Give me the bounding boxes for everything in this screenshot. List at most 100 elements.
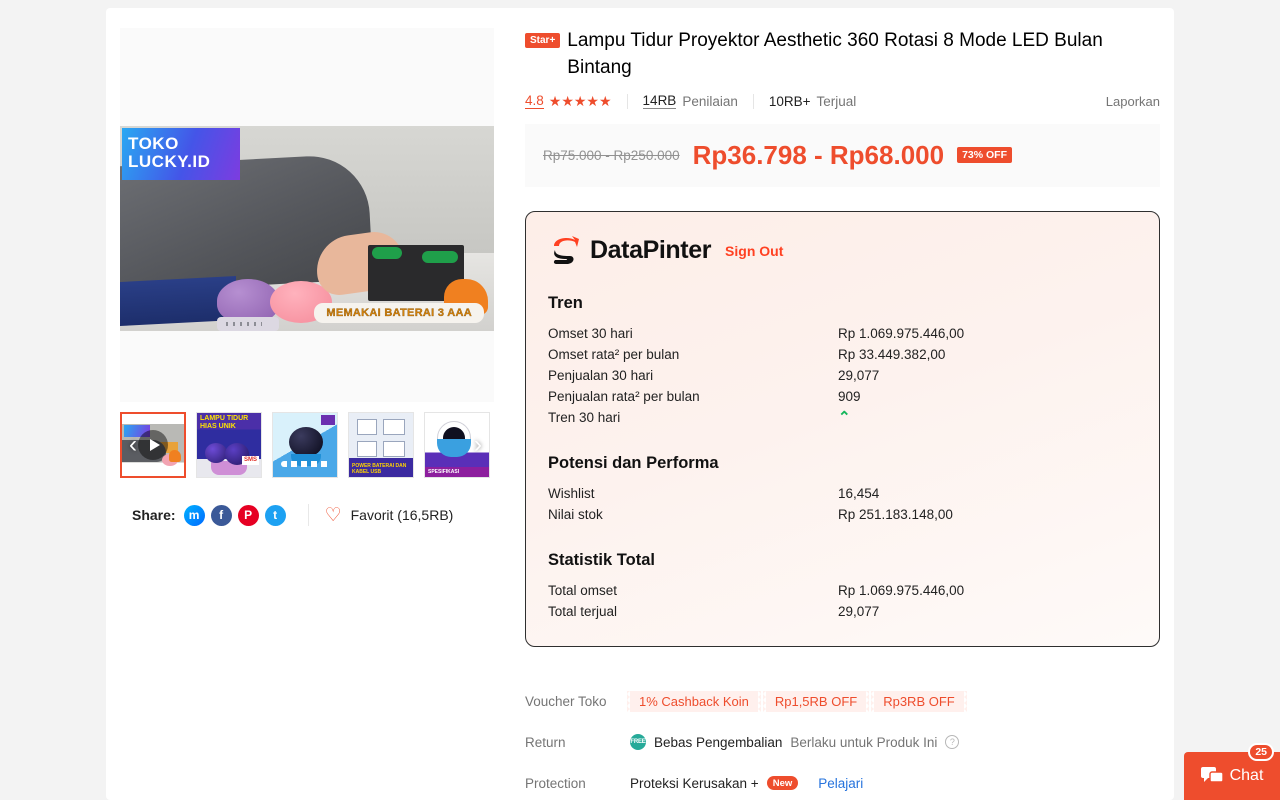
report-link[interactable]: Laporkan [1106, 94, 1160, 109]
thumb2-sms-tag: SMS [241, 456, 259, 465]
current-price: Rp36.798 - Rp68.000 [692, 139, 945, 170]
stat-key: Tren 30 hari [548, 409, 621, 425]
return-label: Return [525, 734, 566, 750]
stat-row: Tren 30 hari ⌃ [548, 407, 1137, 428]
gallery-prev-icon[interactable]: ‹ [122, 428, 144, 462]
chat-label: Chat [1229, 767, 1264, 784]
stat-key: Omset 30 hari [548, 325, 633, 341]
sold-count: 10RB+ [768, 93, 811, 109]
share-label: Share: [132, 507, 176, 523]
stat-key: Wishlist [548, 485, 595, 501]
voucher-chips: 1% Cashback Koin Rp1,5RB OFF Rp3RB OFF [627, 690, 967, 712]
page-title: Lampu Tidur Proyektor Aesthetic 360 Rota… [567, 30, 1103, 78]
thumbnail-item-1[interactable]: ‹ [120, 412, 186, 478]
help-icon[interactable]: ? [945, 735, 960, 750]
attribute-row-return: Return FREE Bebas Pengembalian Berlaku u… [525, 722, 1160, 763]
stat-key: Penjualan rata² per bulan [548, 388, 700, 404]
stat-key: Total terjual [548, 603, 618, 619]
free-return-icon: FREE [630, 734, 646, 751]
thumbnail-item-4[interactable]: POWER BATERAI DAN KABEL USB [348, 412, 414, 478]
main-media-viewer[interactable]: TOKO LUCKY.ID MEMAKAI BATERAI 3 AAA [120, 28, 494, 402]
video-battery-badge: MEMAKAI BATERAI 3 AAA [314, 303, 484, 323]
return-sub-text: Berlaku untuk Produk Ini [790, 734, 938, 750]
stat-key: Total omset [548, 582, 618, 598]
stat-key: Nilai stok [548, 506, 603, 522]
thumbnail-item-5[interactable]: SPESIFIKASI › [424, 412, 490, 478]
voucher-chip[interactable]: 1% Cashback Koin [627, 690, 761, 712]
voucher-chip[interactable]: Rp3RB OFF [871, 690, 967, 712]
new-badge: New [766, 776, 799, 791]
stat-row: Nilai stok Rp 251.183.148,00 [548, 504, 1137, 525]
protection-label: Protection [525, 775, 586, 791]
facebook-icon[interactable]: f [210, 504, 232, 526]
rating-value[interactable]: 4.8 [525, 93, 544, 110]
price-box: Rp75.000 - Rp250.000 Rp36.798 - Rp68.000… [525, 123, 1160, 187]
rating-count[interactable]: 14RB [642, 93, 677, 110]
stat-value: Rp 1.069.975.446,00 [838, 582, 965, 598]
datapinter-logo: DataPinter [548, 234, 711, 268]
attribute-row-voucher: Voucher Toko 1% Cashback Koin Rp1,5RB OF… [525, 681, 1160, 722]
video-watermark: TOKO LUCKY.ID [122, 128, 240, 180]
datapinter-arrow-icon [553, 235, 579, 264]
rating-count-label: Penilaian [682, 93, 738, 109]
stat-value: Rp 251.183.148,00 [838, 506, 953, 522]
thumb5-caption: SPESIFIKASI [428, 469, 460, 475]
chat-unread-count: 25 [1248, 743, 1274, 761]
gallery-next-icon[interactable]: › [467, 428, 489, 462]
attribute-row-protection: Protection Proteksi Kerusakan + New Pela… [525, 763, 1160, 800]
title-row: Star+ Lampu Tidur Proyektor Aesthetic 36… [525, 28, 1160, 82]
star-rating-icon: ★★★★★ [548, 92, 612, 109]
discount-badge: 73% OFF [957, 147, 1013, 164]
product-detail-page: TOKO LUCKY.ID MEMAKAI BATERAI 3 AAA ‹ LA… [0, 0, 1280, 800]
original-price: Rp75.000 - Rp250.000 [543, 147, 680, 163]
content-card: TOKO LUCKY.ID MEMAKAI BATERAI 3 AAA ‹ LA… [106, 8, 1174, 800]
datapinter-panel: DataPinter Sign Out Tren Omset 30 hari R… [525, 210, 1160, 647]
datapinter-header: DataPinter Sign Out [548, 234, 1137, 268]
stat-key: Omset rata² per bulan [548, 346, 680, 362]
thumb4-caption: POWER BATERAI DAN KABEL USB [352, 463, 407, 475]
stat-row: Total omset Rp 1.069.975.446,00 [548, 580, 1137, 601]
twitter-icon[interactable]: t [264, 504, 286, 526]
attributes-list: Voucher Toko 1% Cashback Koin Rp1,5RB OF… [525, 681, 1160, 800]
thumbnail-item-2[interactable]: LAMPU TIDUR HIAS UNIK SMS [196, 412, 262, 478]
stat-value: 29,077 [838, 367, 880, 383]
stat-value: Rp 1.069.975.446,00 [838, 325, 965, 341]
product-video-frame[interactable]: TOKO LUCKY.ID MEMAKAI BATERAI 3 AAA [120, 126, 494, 331]
stats-divider-2 [752, 93, 754, 109]
section-title-statistik: Statistik Total [548, 550, 655, 569]
stat-value: Rp 33.449.382,00 [838, 346, 946, 362]
messenger-icon[interactable]: m [183, 504, 205, 526]
sign-out-button[interactable]: Sign Out [725, 243, 783, 259]
pinterest-icon[interactable]: P [237, 504, 259, 526]
video-lamp-base [217, 317, 279, 331]
product-gallery: TOKO LUCKY.ID MEMAKAI BATERAI 3 AAA ‹ LA… [120, 28, 494, 526]
protection-text: Proteksi Kerusakan + [630, 775, 759, 791]
chat-button[interactable]: Chat 25 [1184, 743, 1280, 800]
heart-icon: ♡ [324, 504, 342, 526]
chevron-up-icon: ⌃ [838, 408, 851, 426]
stat-value: 16,454 [838, 485, 880, 501]
voucher-label: Voucher Toko [525, 693, 607, 709]
protection-body: Proteksi Kerusakan + New Pelajari [630, 776, 863, 791]
stat-row: Total terjual 29,077 [548, 601, 1137, 622]
thumbnail-strip: ‹ LAMPU TIDUR HIAS UNIK SMS POWER BATERA… [120, 412, 494, 478]
learn-more-link[interactable]: Pelajari [818, 776, 863, 791]
thumb2-caption: LAMPU TIDUR HIAS UNIK [200, 415, 249, 430]
stat-row: Omset rata² per bulan Rp 33.449.382,00 [548, 344, 1137, 365]
share-row: Share: m f P t ♡ Favorit (16,5RB) [120, 504, 494, 526]
chat-icon [1200, 767, 1223, 783]
share-divider [307, 504, 309, 526]
favorite-button[interactable]: ♡ Favorit (16,5RB) [325, 506, 454, 525]
stat-value: 29,077 [838, 603, 880, 619]
return-main-text: Bebas Pengembalian [654, 734, 783, 750]
stat-row: Omset 30 hari Rp 1.069.975.446,00 [548, 323, 1137, 344]
return-body: FREE Bebas Pengembalian Berlaku untuk Pr… [630, 734, 960, 751]
favorite-label: Favorit (16,5RB) [350, 507, 454, 523]
voucher-chip[interactable]: Rp1,5RB OFF [762, 690, 870, 712]
thumbnail-item-3[interactable] [272, 412, 338, 478]
star-plus-badge: Star+ [525, 33, 561, 48]
section-title-tren: Tren [548, 293, 583, 312]
stat-row: Wishlist 16,454 [548, 483, 1137, 504]
stat-value: 909 [838, 388, 861, 404]
stats-divider-1 [626, 93, 628, 109]
